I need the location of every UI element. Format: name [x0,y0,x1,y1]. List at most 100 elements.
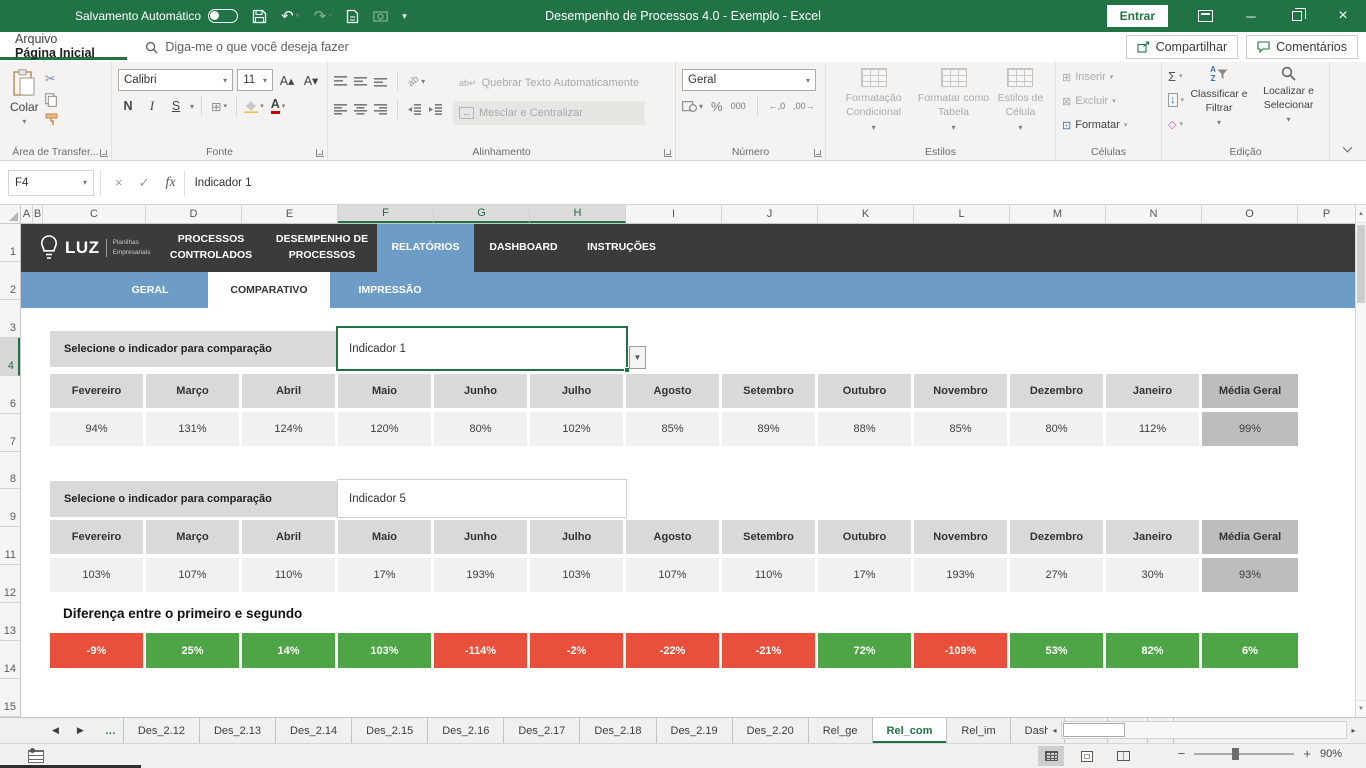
font-color-button[interactable]: A ▾ [268,95,288,117]
column-header[interactable]: B [33,205,43,223]
cut-button[interactable]: ✂ [45,71,58,87]
save-icon[interactable] [252,9,267,24]
align-bottom-button[interactable] [374,76,387,87]
indicator2-value-cell[interactable]: 193% [434,558,530,592]
month-header-cell[interactable]: Julho [530,374,626,408]
template-menu-item[interactable]: DASHBOARD [474,224,573,272]
format-painter-button[interactable] [45,113,58,126]
indicator-select-cell-2[interactable]: Indicador 5 [337,479,627,518]
autosum-button[interactable]: Σ▾ [1168,66,1184,86]
name-box[interactable]: F4▾ [8,170,94,196]
month-header-cell[interactable]: Fevereiro [50,520,146,554]
difference-value-cell[interactable]: 103% [338,633,434,668]
indicator1-value-cell[interactable]: 94% [50,412,146,446]
ribbon-tab[interactable]: Arquivo [0,32,127,46]
zoom-level[interactable]: 90% [1320,748,1342,760]
month-header-cell[interactable]: Junho [434,520,530,554]
sheet-tab[interactable]: Des_2.18 [580,718,656,743]
autosave-control[interactable]: Salvamento Automático [75,9,238,23]
indicator-select-cell-1[interactable]: Indicador 1 [336,326,628,371]
month-header-cell[interactable]: Abril [242,520,338,554]
sheet-tab[interactable]: Des_2.17 [504,718,580,743]
copy-button[interactable] [45,93,58,107]
accounting-format-button[interactable]: ▾ [682,101,703,112]
template-menu-item[interactable]: DESEMPENHO DE PROCESSOS [267,224,377,272]
indicator2-value-cell[interactable]: 17% [818,558,914,592]
zoom-slider[interactable] [1194,753,1294,755]
scroll-up-icon[interactable]: ▲ [1356,205,1366,223]
vertical-scrollbar[interactable]: ▲ ▼ [1355,205,1366,717]
sheet-tab[interactable]: Des_2.12 [124,718,200,743]
difference-value-cell[interactable]: -9% [50,633,146,668]
indicator2-value-cell[interactable]: 30% [1106,558,1202,592]
difference-value-cell[interactable]: -109% [914,633,1010,668]
row-header[interactable]: 15 [0,679,20,717]
decrease-decimal-button[interactable]: ,00→ [793,101,815,111]
page-break-view-button[interactable] [1110,746,1136,766]
undo-button[interactable]: ↶▾ [281,9,300,24]
month-header-cell[interactable]: Abril [242,374,338,408]
horizontal-scroll-thumb[interactable] [1063,723,1125,737]
paste-button[interactable]: Colar ▾ [10,67,39,144]
sheet-tab[interactable]: Des_2.14 [276,718,352,743]
grow-font-button[interactable]: A▴ [277,69,297,91]
indicator1-value-cell[interactable]: 89% [722,412,818,446]
cancel-entry-icon[interactable]: × [115,175,123,190]
scroll-left-icon[interactable]: ◂ [1048,721,1061,739]
template-submenu-item[interactable]: COMPARATIVO [208,272,330,308]
column-header[interactable]: P [1298,205,1355,223]
align-middle-button[interactable] [354,76,367,87]
italic-button[interactable]: I [142,95,162,117]
sheet-tab[interactable]: Des_2.13 [200,718,276,743]
row-header[interactable]: 4 [0,338,20,376]
indicator1-value-cell[interactable]: 99% [1202,412,1298,446]
sheet-tab[interactable]: Rel_com [873,718,948,743]
row-header[interactable]: 3 [0,300,20,338]
increase-decimal-button[interactable]: ←,0 [769,101,786,111]
indicator1-value-cell[interactable]: 112% [1106,412,1202,446]
comma-style-button[interactable]: 000 [731,101,746,111]
collapse-ribbon-icon[interactable] [1343,145,1352,154]
column-header[interactable]: O [1202,205,1298,223]
sheet-tab[interactable]: Rel_im [947,718,1010,743]
tell-me-search[interactable]: Diga-me o que você deseja fazer [145,32,348,62]
row-header[interactable]: 1 [0,224,20,262]
alignment-dialog-launcher-icon[interactable] [664,149,672,157]
row-header[interactable]: 9 [0,489,20,527]
indicator1-value-cell[interactable]: 102% [530,412,626,446]
month-header-cell[interactable]: Maio [338,374,434,408]
month-header-cell[interactable]: Janeiro [1106,520,1202,554]
ribbon-display-options-button[interactable] [1182,0,1228,32]
number-dialog-launcher-icon[interactable] [814,149,822,157]
month-header-cell[interactable]: Fevereiro [50,374,146,408]
underline-button[interactable]: S [166,95,186,117]
clipboard-dialog-launcher-icon[interactable] [100,149,108,157]
month-header-cell[interactable]: Agosto [626,520,722,554]
previous-sheet-icon[interactable]: ◀ [52,725,59,736]
template-menu-item[interactable]: INSTRUÇÕES [573,224,670,272]
zoom-slider-thumb[interactable] [1232,748,1239,760]
bold-button[interactable]: N [118,95,138,117]
indicator-dropdown-button[interactable]: ▼ [629,346,646,369]
indicator2-value-cell[interactable]: 110% [722,558,818,592]
indicator2-value-cell[interactable]: 93% [1202,558,1298,592]
orientation-button[interactable]: ab▾ [408,76,425,87]
template-menu-item[interactable]: PROCESSOS CONTROLADOS [155,224,267,272]
font-name-select[interactable]: Calibri▾ [118,69,233,91]
customize-qat-icon[interactable]: ▾ [402,12,407,21]
align-right-button[interactable] [374,104,387,115]
template-submenu-item[interactable]: GERAL [110,272,190,308]
column-header[interactable]: L [914,205,1010,223]
month-header-cell[interactable]: Março [146,374,242,408]
comments-button[interactable]: Comentários [1246,35,1358,59]
row-header[interactable]: 11 [0,527,20,565]
sign-in-button[interactable]: Entrar [1107,5,1168,27]
column-header[interactable]: N [1106,205,1202,223]
font-dialog-launcher-icon[interactable] [316,149,324,157]
sort-filter-button[interactable]: AZ Classificar e Filtrar▾ [1190,64,1248,144]
macro-record-icon[interactable] [28,750,44,763]
month-header-cell[interactable]: Janeiro [1106,374,1202,408]
difference-value-cell[interactable]: 72% [818,633,914,668]
confirm-entry-icon[interactable]: ✓ [139,175,150,191]
share-button[interactable]: Compartilhar [1126,35,1239,59]
